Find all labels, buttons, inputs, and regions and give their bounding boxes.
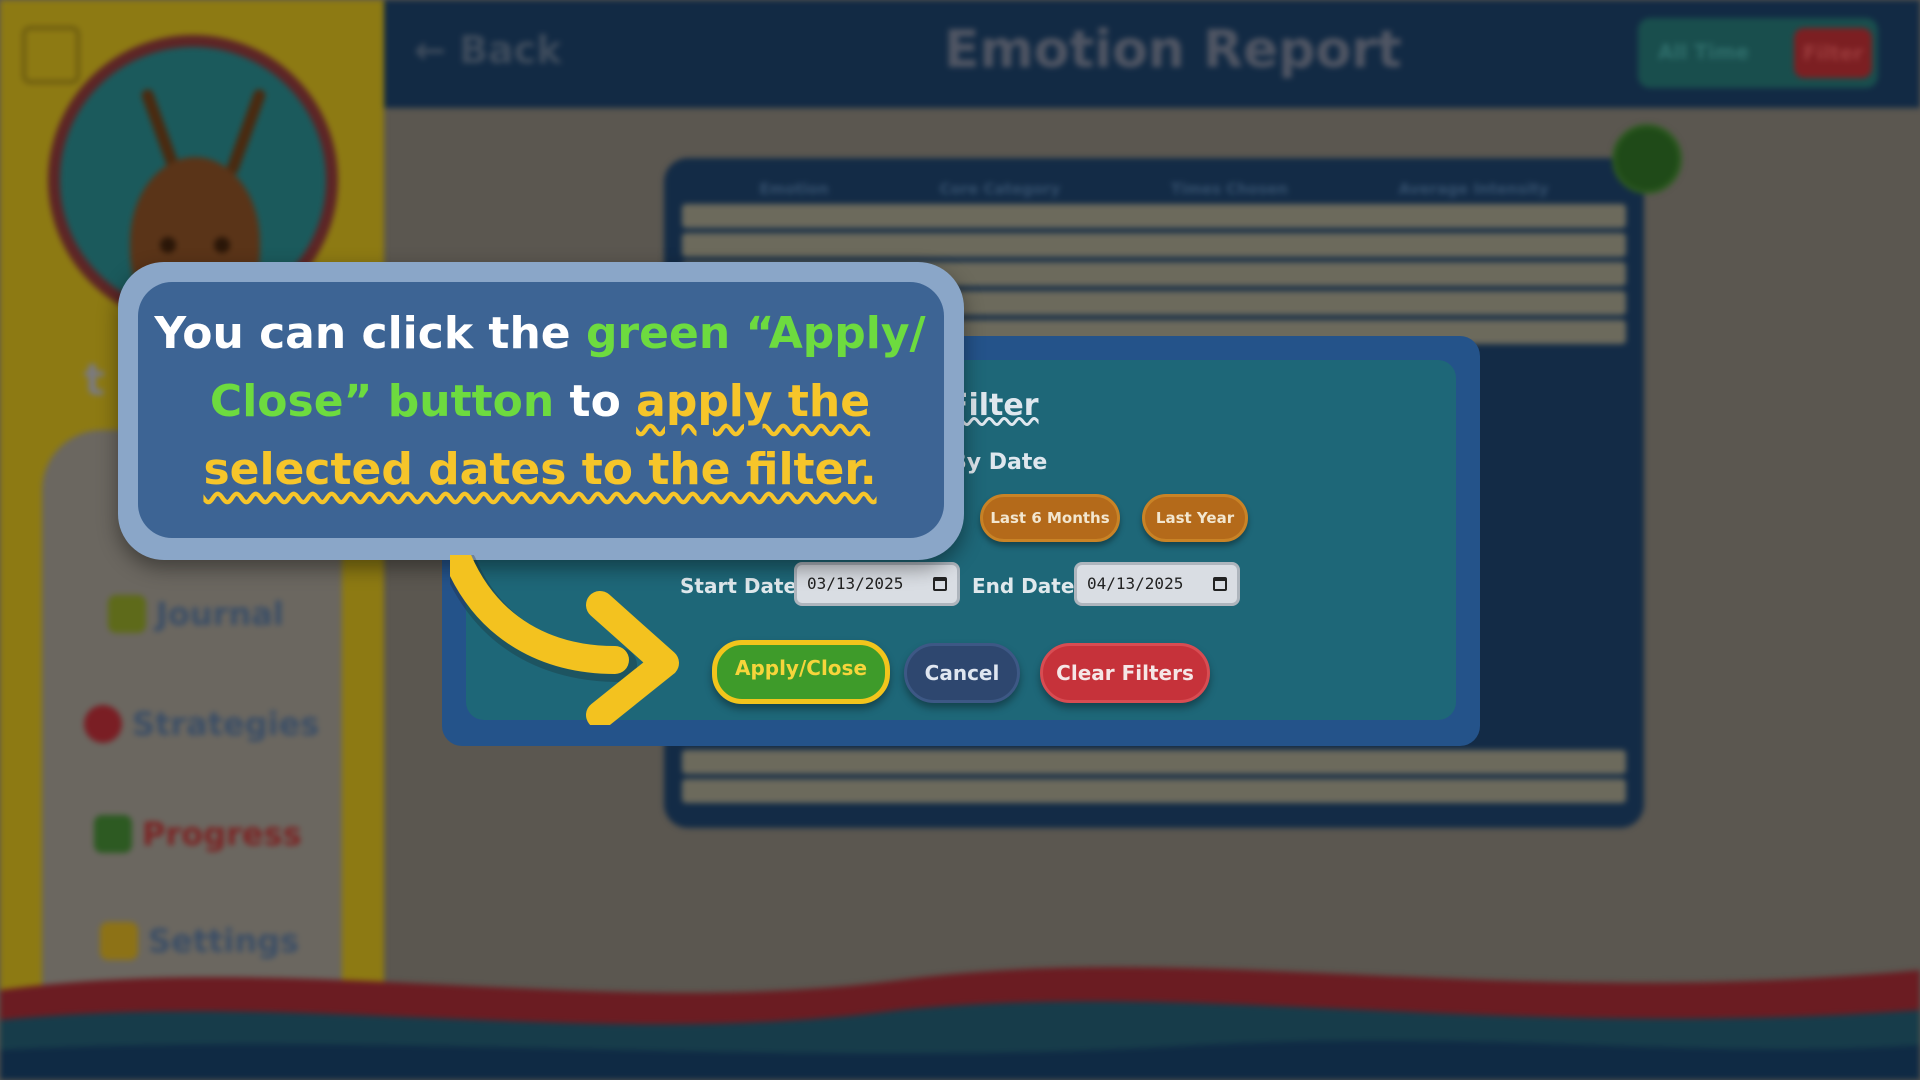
chart-icon [94, 815, 132, 853]
back-label: Back [459, 28, 562, 72]
clear-filters-button[interactable]: Clear Filters [1040, 643, 1210, 703]
end-date-label: End Date: [972, 574, 1083, 598]
dialog-subtitle: By Date [950, 450, 1048, 475]
top-bar: ← Back Emotion Report All Time Filter [384, 0, 1920, 108]
column-header: Times Chosen [1170, 180, 1288, 198]
eye-left [160, 237, 176, 253]
table-row [682, 750, 1626, 774]
callout-text-part: to [554, 376, 637, 427]
preset-last-6-months-button[interactable]: Last 6 Months [980, 494, 1120, 542]
table-header: Emotion Core Category Times Chosen Avera… [704, 180, 1604, 198]
sidebar-item-label: Journal [156, 595, 284, 633]
sidebar-item-strategies[interactable]: Strategies [84, 705, 319, 743]
column-header: Emotion [759, 180, 829, 198]
end-date-value: 04/13/2025 [1087, 574, 1184, 593]
start-date-input[interactable]: 03/13/2025 [794, 562, 960, 606]
column-header: Core Category [939, 180, 1061, 198]
back-button[interactable]: ← Back [414, 28, 561, 72]
preset-last-year-button[interactable]: Last Year [1142, 494, 1248, 542]
tutorial-callout-text: You can click the green “Apply/ Close” b… [150, 300, 930, 504]
sidebar-item-journal[interactable]: Journal [108, 595, 284, 633]
download-icon[interactable] [1612, 124, 1682, 194]
home-icon[interactable] [22, 26, 80, 84]
callout-text-part: You can click the [154, 308, 586, 359]
eye-right [214, 237, 230, 253]
table-row [682, 233, 1626, 257]
sidebar-item-progress[interactable]: Progress [94, 815, 302, 853]
filter-button[interactable]: Filter [1794, 28, 1872, 78]
pencil-icon [108, 595, 146, 633]
antler-right [224, 87, 268, 177]
end-date-input[interactable]: 04/13/2025 [1074, 562, 1240, 606]
pointer-arrow-icon [450, 555, 679, 725]
cancel-button[interactable]: Cancel [904, 643, 1020, 703]
decorative-wave [0, 967, 1920, 1080]
page-title: Emotion Report [944, 20, 1402, 80]
sidebar-item-label: Strategies [132, 705, 320, 743]
apply-close-button[interactable]: Apply/Close [712, 640, 890, 704]
table-row [682, 204, 1626, 228]
table-row [682, 779, 1626, 803]
time-range-selector[interactable]: All Time Filter [1638, 18, 1878, 88]
start-date-label: Start Date: [680, 574, 806, 598]
brand-name: t [84, 355, 106, 406]
heart-icon [84, 705, 122, 743]
column-header: Average Intensity [1398, 180, 1549, 198]
arrow-left-icon: ← [414, 28, 446, 72]
time-range-label: All Time [1658, 40, 1750, 64]
start-date-value: 03/13/2025 [807, 574, 904, 593]
sidebar-item-label: Progress [142, 815, 302, 853]
calendar-icon[interactable] [1213, 577, 1227, 591]
calendar-icon[interactable] [933, 577, 947, 591]
